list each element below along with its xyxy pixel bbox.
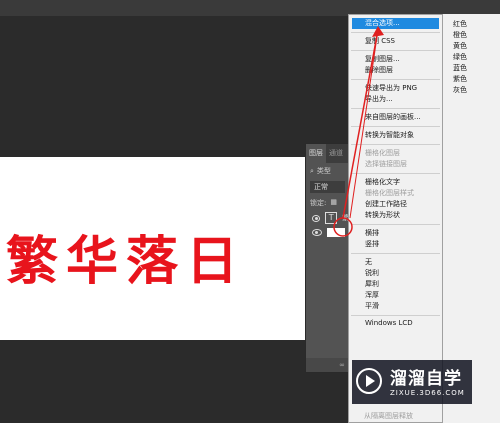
filter-label: 类型 [316,167,331,175]
tab-channels[interactable]: 通道 [326,144,346,163]
menu-item[interactable]: 复制图层... [349,54,442,65]
menu-separator [351,253,440,254]
watermark: 溜溜自学 ZIXUE.3D66.COM [352,360,472,404]
menu-item[interactable]: 栅格化文字 [349,177,442,188]
layer-filter[interactable]: ⌕ 类型 [306,163,349,179]
menu-item[interactable]: 无 [349,257,442,268]
link-layers-icon[interactable]: ∞ [339,361,345,369]
menu-item[interactable]: 平滑 [349,301,442,312]
menu-item[interactable]: 转换为智能对象 [349,130,442,141]
layers-panel-footer: ∞ [306,358,349,372]
watermark-title: 溜溜自学 [390,369,462,389]
lock-label: 锁定: [310,199,327,207]
menu-separator [351,126,440,127]
menu-separator [351,173,440,174]
eye-icon[interactable] [312,214,321,222]
document-canvas[interactable]: 繁华落日 [0,157,306,340]
menu-item-blending-options[interactable]: 混合选项... [352,18,439,29]
menu-item[interactable]: 竖排 [349,239,442,250]
menu-item[interactable]: 犀利 [349,279,442,290]
blend-mode-select[interactable]: 正常 [310,181,345,193]
layer-thumbnail [327,227,345,237]
watermark-subtitle: ZIXUE.3D66.COM [390,389,465,397]
play-logo-icon [356,368,382,394]
menu-separator [351,79,440,80]
menu-separator [351,224,440,225]
color-label-item[interactable]: 红色 [443,19,500,30]
menu-item[interactable]: 导出为... [349,94,442,105]
menu-item[interactable]: 浑厚 [349,290,442,301]
eye-icon[interactable] [312,228,322,236]
menu-item[interactable]: 锐利 [349,268,442,279]
layer-row-text[interactable]: T 繁 [306,211,349,225]
menu-separator [351,315,440,316]
menu-item[interactable]: 创建工作路径 [349,199,442,210]
color-label-item[interactable]: 黄色 [443,41,500,52]
menu-separator [351,108,440,109]
color-label-item[interactable]: 橙色 [443,30,500,41]
color-label-item[interactable]: 灰色 [443,85,500,96]
menu-item-release-isolation[interactable]: 从隔离图层释放 [364,411,413,421]
menu-item[interactable]: 删除图层 [349,65,442,76]
color-label-item[interactable]: 绿色 [443,52,500,63]
menu-item[interactable]: 快速导出为 PNG [349,83,442,94]
menu-item[interactable]: 栅格化图层样式 [349,188,442,199]
layer-row-background[interactable] [306,225,349,239]
lock-row: 锁定: ▦ [306,195,349,211]
layers-panel-tabs: 图层 通道 [306,144,349,163]
menu-separator [351,144,440,145]
layers-panel: 图层 通道 ⌕ 类型 正常 锁定: ▦ T 繁 ∞ [305,143,350,373]
color-label-item[interactable]: 蓝色 [443,63,500,74]
search-icon: ⌕ [310,166,314,175]
menu-item[interactable]: 选择链接图层 [349,159,442,170]
menu-separator [351,32,440,33]
menu-separator [351,50,440,51]
menu-item[interactable]: 来自图层的画板... [349,112,442,123]
menu-item[interactable]: 栅格化图层 [349,148,442,159]
menu-item[interactable]: 横排 [349,228,442,239]
text-layer-thumbnail: T [325,212,337,224]
canvas-text: 繁华落日 [6,232,247,292]
tab-layers[interactable]: 图层 [306,144,326,163]
lock-pixels-icon[interactable]: ▦ [330,198,337,208]
color-label-item[interactable]: 紫色 [443,74,500,85]
menu-item[interactable]: 转换为形状 [349,210,442,221]
menu-item[interactable]: 复制 CSS [349,36,442,47]
menu-item-windows-lcd[interactable]: Windows LCD [349,319,442,327]
